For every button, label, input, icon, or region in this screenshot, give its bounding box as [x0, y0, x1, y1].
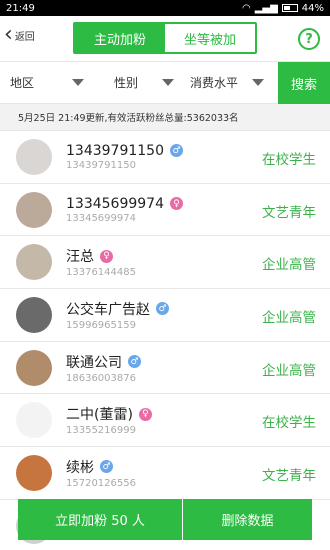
category-tag: 企业高管	[262, 257, 316, 274]
add-fans-button[interactable]: 立即加粉 50 人	[18, 499, 183, 540]
tab-wait-added[interactable]: 坐等被加	[165, 24, 255, 52]
male-icon: ♂	[156, 302, 169, 316]
status-bar: 21:49 ◠ ▂▄▆ 44%	[0, 0, 330, 16]
male-icon: ♂	[169, 144, 183, 158]
wifi-icon: ◠	[241, 2, 251, 14]
contact-name: 13345699974	[66, 195, 164, 212]
avatar	[16, 349, 52, 386]
avatar	[16, 454, 52, 491]
contact-name: 续彬	[66, 459, 94, 476]
filter-region[interactable]: 地区	[10, 62, 85, 104]
fan-list: 13439791150 ♂ 13439791150 在校学生 13345699974 ♀ 1…	[0, 131, 330, 550]
category-tag: 文艺青年	[262, 468, 316, 485]
contact-name: 联通公司	[66, 354, 122, 371]
filter-bar: 地区 性别 消费水平 搜索	[0, 62, 330, 104]
update-info: 5月25日 21:49更新,有效活跃粉丝总量:5362033名	[0, 104, 330, 131]
battery-icon	[281, 4, 298, 12]
help-icon[interactable]: ?	[298, 28, 320, 50]
avatar	[16, 244, 52, 281]
filter-spending[interactable]: 消费水平	[190, 62, 265, 104]
category-tag: 在校学生	[262, 415, 316, 432]
filter-gender[interactable]: 性别	[114, 62, 175, 104]
contact-name: 公交车广告赵	[66, 301, 150, 318]
delete-data-button[interactable]: 删除数据	[183, 499, 312, 540]
avatar	[16, 138, 52, 175]
contact-name: 13439791150	[66, 142, 164, 159]
filter-region-label: 地区	[10, 76, 35, 90]
avatar	[16, 191, 52, 228]
list-item[interactable]: 二中(董雷) ♀ 13355216999 在校学生	[0, 394, 330, 448]
back-label: 返回	[14, 31, 35, 43]
search-button[interactable]: 搜索	[278, 62, 330, 104]
category-tag: 企业高管	[262, 362, 316, 379]
avatar	[16, 296, 52, 333]
category-tag: 企业高管	[262, 310, 316, 327]
female-icon: ♀	[100, 249, 113, 263]
category-tag: 文艺青年	[262, 204, 316, 221]
list-item[interactable]: 联通公司 ♂ 18636003876 企业高管	[0, 342, 330, 395]
category-tag: 在校学生	[262, 152, 316, 168]
dropdown-arrow-icon	[72, 79, 85, 86]
contact-name: 二中(董雷)	[66, 407, 133, 424]
female-icon: ♀	[169, 197, 183, 211]
list-item[interactable]: 汪总 ♀ 13376144485 企业高管	[0, 236, 330, 290]
avatar	[16, 402, 52, 439]
status-icons: ◠ ▂▄▆ 44%	[242, 3, 324, 14]
tab-active-add[interactable]: 主动加粉	[75, 24, 165, 52]
male-icon: ♂	[128, 355, 141, 369]
signal-icon: ▂▄▆	[254, 2, 278, 14]
header: ‹ 返回 主动加粉 坐等被加 ?	[0, 16, 330, 62]
filter-spending-label: 消费水平	[190, 76, 239, 90]
dropdown-arrow-icon	[162, 79, 175, 86]
list-item[interactable]: 13345699974 ♀ 13345699974 文艺青年	[0, 184, 330, 237]
dropdown-arrow-icon	[252, 79, 265, 86]
female-icon: ♀	[138, 407, 152, 421]
mode-tabs: 主动加粉 坐等被加	[73, 22, 257, 54]
chevron-left-icon: ‹	[4, 22, 13, 47]
male-icon: ♂	[100, 460, 113, 474]
contact-name: 汪总	[66, 249, 94, 266]
bottom-actions: 立即加粉 50 人 删除数据	[18, 499, 312, 540]
list-item[interactable]: 续彬 ♂ 15720126556 文艺青年	[0, 447, 330, 500]
battery-percent: 44%	[301, 2, 324, 14]
list-item[interactable]: 13439791150 ♂ 13439791150 在校学生	[0, 131, 330, 184]
status-time: 21:49	[6, 2, 35, 14]
list-item[interactable]: 公交车广告赵 ♂ 15996965159 企业高管	[0, 289, 330, 342]
back-button[interactable]: ‹ 返回	[4, 22, 35, 47]
filter-gender-label: 性别	[114, 76, 139, 90]
